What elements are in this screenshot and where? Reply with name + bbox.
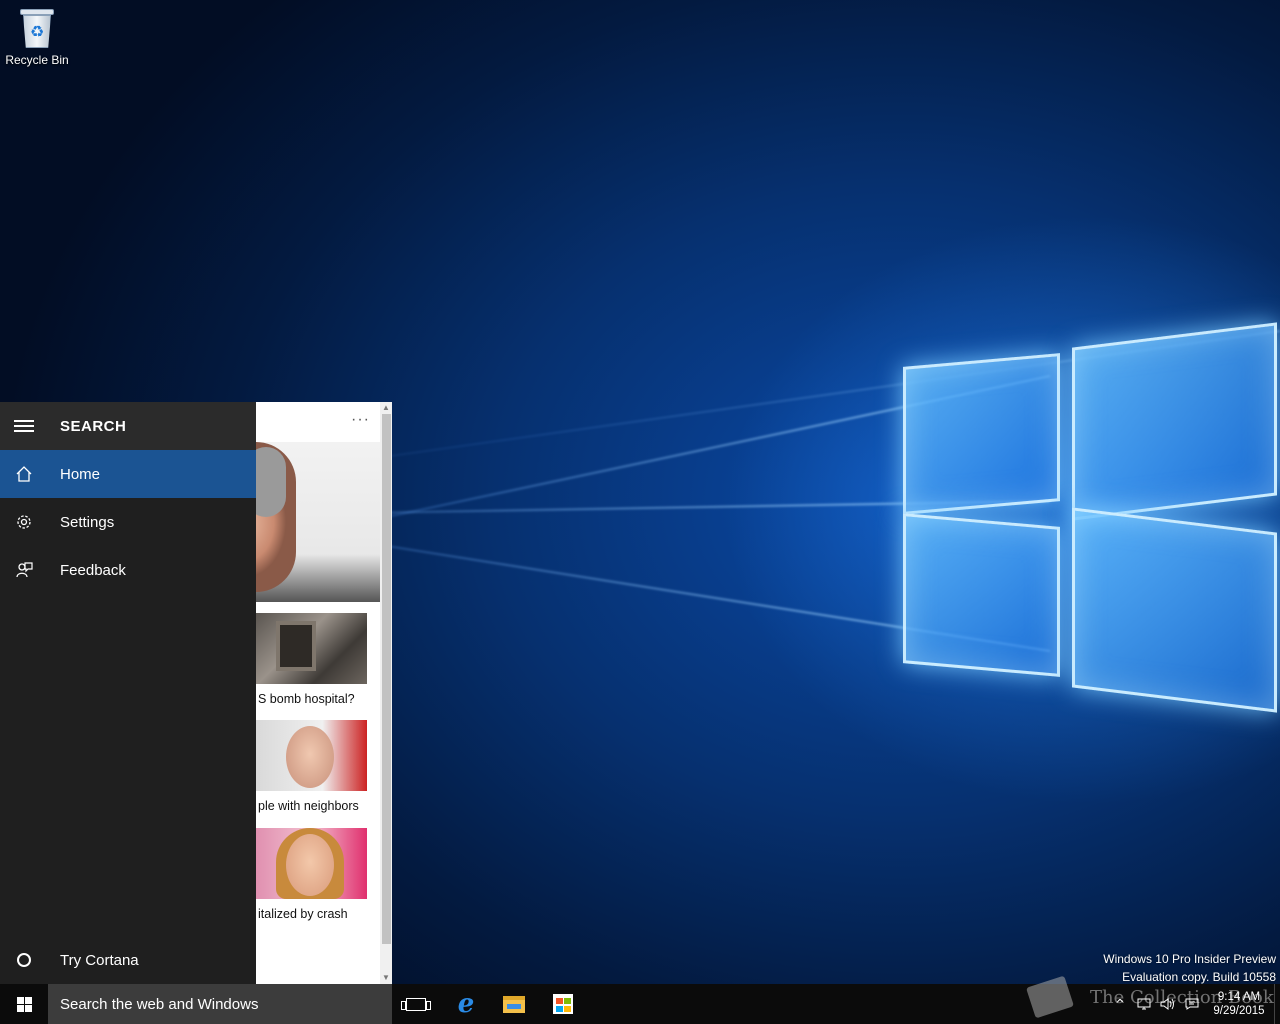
- hamburger-icon: [14, 420, 34, 432]
- desktop-icon-label: Recycle Bin: [5, 53, 69, 67]
- more-options-button[interactable]: ···: [351, 411, 370, 429]
- windows-logo-pane: [1072, 322, 1277, 521]
- store-taskbar-button[interactable]: [539, 984, 587, 1024]
- news-headline[interactable]: S bomb hospital?: [258, 692, 355, 706]
- taskbar-search-box[interactable]: Search the web and Windows: [48, 984, 392, 1024]
- nav-item-settings[interactable]: Settings: [0, 498, 256, 546]
- search-nav-header: SEARCH: [0, 402, 256, 450]
- windows-logo-pane: [1072, 507, 1277, 713]
- file-explorer-taskbar-button[interactable]: [490, 984, 538, 1024]
- clock-time: 9:14 AM: [1217, 991, 1261, 1003]
- top-story-image[interactable]: [256, 442, 380, 602]
- gear-icon: [0, 513, 48, 531]
- feedback-icon: [0, 561, 48, 579]
- volume-icon[interactable]: [1156, 984, 1180, 1024]
- news-thumbnail[interactable]: [256, 828, 367, 899]
- news-thumbnail[interactable]: [256, 613, 367, 684]
- news-thumbnail[interactable]: [256, 720, 367, 791]
- nav-item-label: Home: [60, 465, 101, 483]
- news-headline[interactable]: italized by crash: [258, 907, 348, 921]
- windows-logo-icon: [16, 996, 32, 1012]
- news-scrollbar[interactable]: ▲ ▼: [380, 402, 392, 984]
- taskbar-clock[interactable]: 9:14 AM 9/29/2015: [1204, 990, 1274, 1018]
- recycle-bin-icon: ♻: [19, 6, 55, 50]
- search-panel: SEARCH Home Settings Feedback Try Cortan…: [0, 402, 392, 984]
- scroll-down-arrow-icon[interactable]: ▼: [380, 972, 392, 984]
- home-icon: [0, 465, 48, 483]
- task-view-button[interactable]: [392, 984, 440, 1024]
- start-button[interactable]: [0, 984, 48, 1024]
- search-placeholder: Search the web and Windows: [60, 995, 259, 1013]
- search-panel-title: SEARCH: [60, 417, 127, 435]
- store-icon: [553, 994, 573, 1014]
- nav-item-feedback[interactable]: Feedback: [0, 546, 256, 594]
- network-icon[interactable]: [1132, 984, 1156, 1024]
- scroll-thumb[interactable]: [382, 414, 391, 944]
- watermark-edition: Windows 10 Pro Insider Preview: [1103, 952, 1276, 966]
- try-cortana-label: Try Cortana: [60, 951, 139, 969]
- cortana-circle-icon: [0, 953, 48, 967]
- task-view-icon: [401, 997, 431, 1011]
- action-center-icon[interactable]: [1180, 984, 1204, 1024]
- nav-item-label: Settings: [60, 513, 115, 531]
- news-headline[interactable]: ple with neighbors: [258, 799, 359, 813]
- nav-item-home[interactable]: Home: [0, 450, 256, 498]
- evaluation-watermark: Windows 10 Pro Insider Preview Evaluatio…: [1103, 950, 1276, 986]
- windows-logo-pane: [903, 353, 1060, 515]
- edge-icon: e: [457, 989, 475, 1019]
- hamburger-menu-button[interactable]: [0, 402, 48, 450]
- taskbar: Search the web and Windows e The Collect…: [0, 975, 1280, 1024]
- recycle-bin-shortcut[interactable]: ♻ Recycle Bin: [4, 6, 70, 76]
- search-nav-pane: SEARCH Home Settings Feedback Try Cortan…: [0, 402, 256, 984]
- try-cortana-button[interactable]: Try Cortana: [0, 936, 256, 984]
- show-desktop-button[interactable]: [1274, 984, 1280, 1024]
- chevron-up-icon[interactable]: ^: [1108, 984, 1132, 1024]
- system-tray: ^ 9:14 AM 9/29/2015: [1108, 984, 1280, 1024]
- news-feed-pane: ··· S bomb hospital? ple with neighbors …: [256, 402, 392, 984]
- clock-date: 9/29/2015: [1213, 1005, 1265, 1017]
- edge-taskbar-button[interactable]: e: [442, 984, 490, 1024]
- windows-logo-pane: [903, 513, 1060, 677]
- nav-item-label: Feedback: [60, 561, 126, 579]
- file-explorer-icon: [503, 995, 525, 1013]
- scroll-up-arrow-icon[interactable]: ▲: [380, 402, 392, 414]
